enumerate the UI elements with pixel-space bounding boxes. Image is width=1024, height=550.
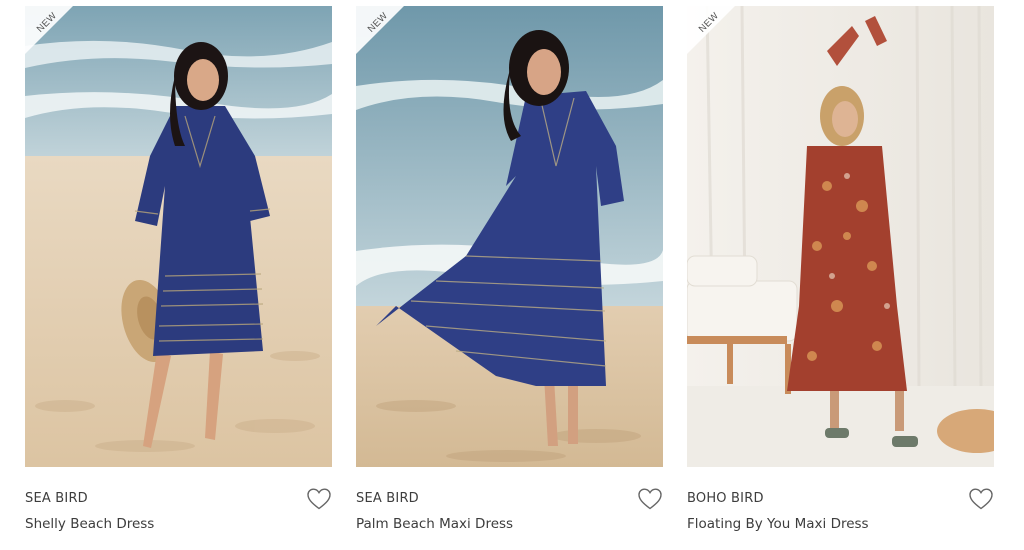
product-name[interactable]: Shelly Beach Dress: [25, 516, 154, 532]
product-image-link[interactable]: NEW: [356, 6, 663, 467]
product-brand[interactable]: BOHO BIRD: [687, 491, 764, 506]
product-image-link[interactable]: NEW: [25, 6, 332, 467]
product-image-link[interactable]: NEW: [687, 6, 994, 467]
product-grid: NEW SEA BIRD Shelly Beach Dress NEW SEA …: [0, 0, 1024, 550]
product-name[interactable]: Floating By You Maxi Dress: [687, 516, 869, 532]
product-card: NEW SEA BIRD Shelly Beach Dress: [25, 6, 332, 546]
product-photo: [25, 6, 332, 467]
product-name[interactable]: Palm Beach Maxi Dress: [356, 516, 513, 532]
heart-outline-icon[interactable]: [968, 487, 994, 511]
heart-outline-icon[interactable]: [637, 487, 663, 511]
product-meta: SEA BIRD Palm Beach Maxi Dress: [356, 467, 663, 546]
product-brand[interactable]: SEA BIRD: [356, 491, 419, 506]
product-photo: [356, 6, 663, 467]
product-meta: SEA BIRD Shelly Beach Dress: [25, 467, 332, 546]
product-card: NEW SEA BIRD Palm Beach Maxi Dress: [356, 6, 663, 546]
product-meta: BOHO BIRD Floating By You Maxi Dress: [687, 467, 994, 546]
product-card: NEW BOHO BIRD Floating By You Maxi Dress: [687, 6, 994, 546]
heart-outline-icon[interactable]: [306, 487, 332, 511]
product-photo: [687, 6, 994, 467]
product-brand[interactable]: SEA BIRD: [25, 491, 88, 506]
